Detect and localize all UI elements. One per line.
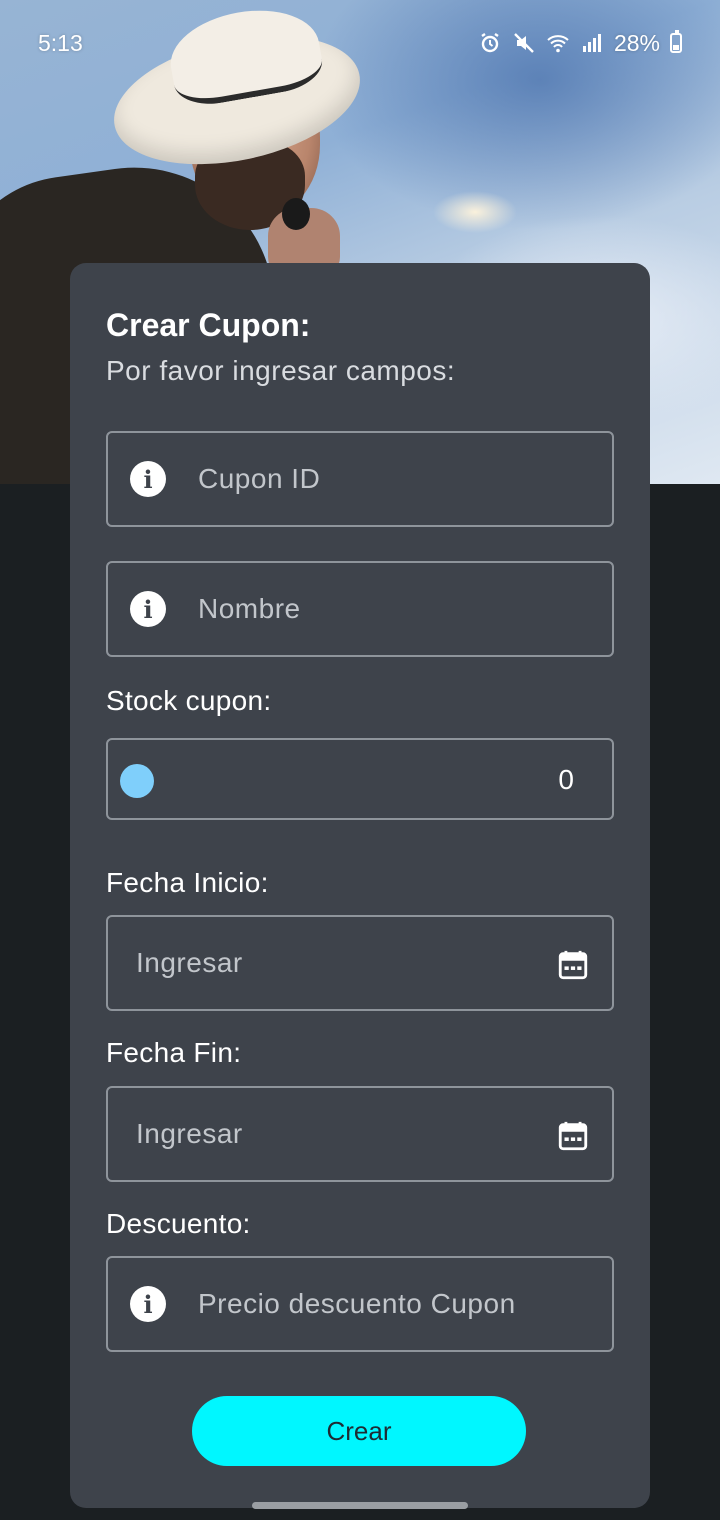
coupon-id-placeholder: Cupon ID [198, 463, 321, 494]
discount-field[interactable]: i Precio descuento Cupon [106, 1256, 614, 1352]
start-date-label: Fecha Inicio: [106, 867, 269, 898]
status-time: 5:13 [38, 29, 83, 56]
microphone [282, 198, 310, 230]
mute-icon [514, 33, 534, 53]
stock-slider[interactable]: 0 [106, 738, 614, 820]
alarm-icon [481, 33, 499, 53]
start-date-placeholder: Ingresar [136, 947, 243, 978]
create-button[interactable]: Crear [192, 1396, 526, 1466]
wifi-icon [547, 35, 569, 53]
end-date-field[interactable]: Ingresar [106, 1086, 614, 1182]
name-field[interactable]: i Nombre [106, 561, 614, 657]
coupon-id-field[interactable]: i Cupon ID [106, 431, 614, 527]
discount-placeholder: Precio descuento Cupon [198, 1288, 516, 1319]
battery-icon [670, 30, 682, 53]
status-bar: 5:13 28% [0, 0, 720, 86]
stock-label: Stock cupon: [106, 685, 272, 716]
slider-thumb[interactable] [120, 764, 154, 798]
form-subtitle: Por favor ingresar campos: [106, 355, 456, 386]
start-date-field[interactable]: Ingresar [106, 915, 614, 1011]
gesture-nav-handle[interactable] [252, 1502, 468, 1509]
calendar-icon[interactable] [556, 947, 590, 983]
discount-label: Descuento: [106, 1208, 251, 1239]
info-icon: i [130, 1286, 166, 1322]
end-date-placeholder: Ingresar [136, 1118, 243, 1149]
status-icons: 28% [478, 30, 682, 57]
name-placeholder: Nombre [198, 593, 301, 624]
create-coupon-card: Crear Cupon: Por favor ingresar campos: … [70, 263, 650, 1508]
info-icon: i [130, 461, 166, 497]
battery-percent: 28% [613, 29, 660, 56]
calendar-icon[interactable] [556, 1118, 590, 1154]
stock-value: 0 [558, 764, 574, 795]
signal-icon [582, 34, 601, 52]
end-date-label: Fecha Fin: [106, 1037, 242, 1068]
form-title: Crear Cupon: [106, 307, 311, 343]
info-icon: i [130, 591, 166, 627]
